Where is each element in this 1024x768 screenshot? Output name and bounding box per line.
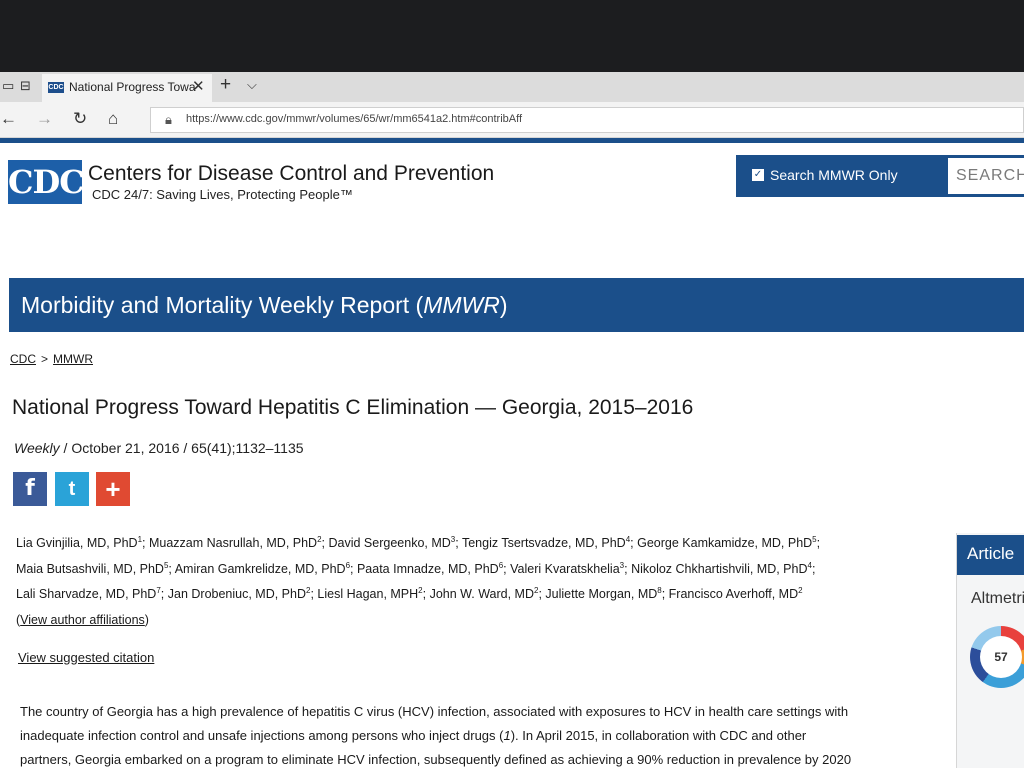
view-affiliations-link[interactable]: View author affiliations xyxy=(20,613,145,627)
plus-icon: + xyxy=(105,474,121,504)
tab-preview-icon[interactable]: ⊟ xyxy=(20,78,31,94)
forward-arrow-icon[interactable]: → xyxy=(36,109,53,129)
side-panel: Article Altmetric 57 xyxy=(956,533,1024,768)
tab-strip: ▭ ⊟ CDC National Progress Towa ✕ + ⌵ xyxy=(0,72,1024,102)
facebook-share-button[interactable]: f xyxy=(13,472,47,506)
author: Jan Drobeniuc, MD, PhD xyxy=(167,587,307,601)
breadcrumb-separator: > xyxy=(41,352,49,366)
twitter-icon: t xyxy=(68,478,76,500)
author: Valeri Kvaratskhelia xyxy=(510,561,620,576)
back-arrow-icon[interactable]: ← xyxy=(0,109,17,129)
page-title: National Progress Toward Hepatitis C Eli… xyxy=(12,396,694,419)
reference-link[interactable]: 1 xyxy=(503,728,510,743)
org-name[interactable]: Centers for Disease Control and Preventi… xyxy=(88,162,494,186)
view-citation-link[interactable]: View suggested citation xyxy=(18,650,154,665)
chevron-down-icon[interactable]: ⌵ xyxy=(247,77,257,93)
author: Lia Gvinjilia, MD, PhD xyxy=(16,536,138,550)
url-text: https://www.cdc.gov/mmwr/volumes/65/wr/m… xyxy=(186,113,523,125)
new-tab-icon[interactable]: + xyxy=(220,74,231,96)
cdc-favicon-icon: CDC xyxy=(48,82,64,93)
breadcrumb: CDC > MMWR xyxy=(10,352,93,366)
cdc-logo[interactable]: CDC xyxy=(8,160,85,204)
laptop-bezel xyxy=(0,0,1024,72)
author: Paata Imnadze, MD, PhD xyxy=(356,561,499,576)
publication-info: Weekly / October 21, 2016 / 65(41);1132–… xyxy=(14,440,304,456)
browser-window: ▭ ⊟ CDC National Progress Towa ✕ + ⌵ ← →… xyxy=(0,72,1024,768)
tab-title: National Progress Towa xyxy=(69,80,196,94)
search-mmwr-label[interactable]: Search MMWR Only xyxy=(770,167,898,183)
author: Nikoloz Chkhartishvili, MD, PhD xyxy=(631,561,808,576)
more-share-button[interactable]: + xyxy=(96,472,130,506)
author: Muazzam Nasrullah, MD, PhD xyxy=(148,536,318,550)
author: Juliette Morgan, MD xyxy=(545,587,658,601)
search-bar: ✓ Search MMWR Only xyxy=(736,155,1024,197)
author: Liesl Hagan, MPH xyxy=(317,587,419,601)
top-accent-bar xyxy=(0,138,1024,143)
author: Lali Sharvadze, MD, PhD xyxy=(16,587,157,601)
search-mmwr-checkbox[interactable]: ✓ xyxy=(752,169,764,181)
author: Amiran Gamkrelidze, MD, PhD xyxy=(174,561,346,576)
altmetric-label: Altmetric xyxy=(971,590,1024,607)
url-field[interactable]: 🔒︎ https://www.cdc.gov/mmwr/volumes/65/w… xyxy=(150,107,1024,133)
facebook-icon: f xyxy=(25,476,35,501)
author: Maia Butsashvili, MD, PhD xyxy=(16,561,164,576)
author-list: Lia Gvinjilia, MD, PhD1; Muazzam Nasrull… xyxy=(16,534,821,627)
altmetric-badge[interactable]: 57 xyxy=(970,626,1024,688)
home-icon[interactable]: ⌂ xyxy=(108,109,118,129)
article-abstract: The country of Georgia has a high preval… xyxy=(20,704,852,767)
twitter-share-button[interactable]: t xyxy=(55,472,89,506)
lock-icon: 🔒︎ xyxy=(165,112,172,127)
web-page: CDC Centers for Disease Control and Prev… xyxy=(0,138,1024,768)
active-tab[interactable]: CDC National Progress Towa ✕ xyxy=(42,74,212,102)
author: George Kamkamidze, MD, PhD xyxy=(637,536,813,550)
tagline: CDC 24/7: Saving Lives, Protecting Peopl… xyxy=(92,187,353,202)
breadcrumb-mmwr[interactable]: MMWR xyxy=(53,352,93,366)
tab-actions-icon[interactable]: ▭ xyxy=(2,78,14,94)
author: Francisco Averhoff, MD xyxy=(668,587,799,601)
altmetric-score: 57 xyxy=(980,636,1022,678)
author: Tengiz Tsertsvadze, MD, PhD xyxy=(461,536,626,550)
refresh-icon[interactable]: ↻ xyxy=(73,109,87,129)
breadcrumb-cdc[interactable]: CDC xyxy=(10,352,36,366)
banner-title[interactable]: Morbidity and Mortality Weekly Report (M… xyxy=(21,292,508,319)
address-bar: ← → ↻ ⌂ 🔒︎ https://www.cdc.gov/mmwr/volu… xyxy=(0,102,1024,138)
article-metrics-tab[interactable]: Article xyxy=(957,535,1024,575)
close-tab-icon[interactable]: ✕ xyxy=(192,77,205,95)
search-input[interactable] xyxy=(948,158,1024,194)
author: David Sergeenko, MD xyxy=(328,536,451,550)
mmwr-banner: Morbidity and Mortality Weekly Report (M… xyxy=(9,278,1024,332)
author: John W. Ward, MD xyxy=(429,587,534,601)
